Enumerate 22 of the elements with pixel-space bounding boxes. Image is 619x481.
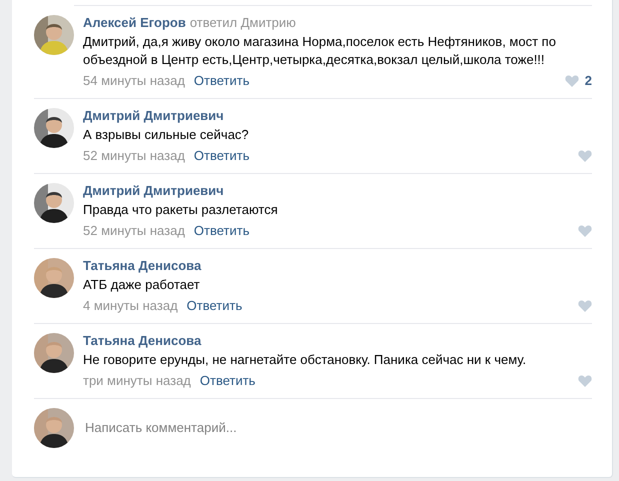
author-name[interactable]: Татьяна Денисова — [83, 258, 202, 273]
reply-link[interactable]: Ответить — [194, 221, 250, 241]
author-name[interactable]: Дмитрий Дмитриевич — [83, 183, 224, 198]
comment-text: АТБ даже работает — [83, 276, 201, 294]
reply-to-label: ответил Дмитрию — [190, 15, 296, 30]
reply-link[interactable]: Ответить — [186, 296, 242, 316]
comment-text: Не говорите ерунды, не нагнетайте обстановку. Паника сейчас ни к чему. — [83, 351, 528, 369]
comment-text: А взрывы сильные сейчас? — [83, 126, 250, 144]
comment-time: три минуты назад — [83, 372, 191, 390]
comment-time: 4 минуты назад — [83, 297, 178, 315]
reply-link[interactable]: Ответить — [194, 146, 250, 166]
comment-time: 52 минуты назад — [83, 147, 185, 165]
reply-link[interactable]: Ответить — [200, 371, 256, 391]
comment-text: Правда что ракеты разлетаются — [83, 201, 279, 219]
reply-link[interactable]: Ответить — [194, 71, 250, 91]
comment-text: Дмитрий, да,я живу около магазина Норма,поселок есть Нефтяников, мост по объездной в Центр есть,Центр,четырка,десятка,вокзал целый,школа тоже!!! — [83, 33, 557, 69]
comment-time: 54 минуты назад — [83, 72, 185, 90]
author-name[interactable]: Дмитрий Дмитриевич — [83, 108, 224, 123]
like-count: 2 — [584, 72, 592, 90]
author-name[interactable]: Алексей Егоров — [83, 15, 186, 30]
author-name[interactable]: Татьяна Денисова — [83, 333, 202, 348]
comment-time: 52 минуты назад — [83, 222, 185, 240]
